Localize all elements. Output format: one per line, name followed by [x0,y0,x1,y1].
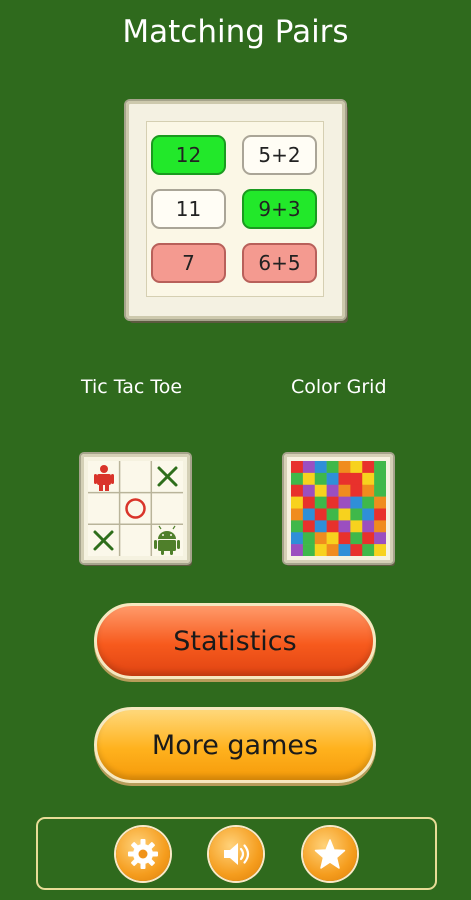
sound-button[interactable] [209,827,263,881]
rate-button[interactable] [303,827,357,881]
preview-tile: 6+5 [242,243,317,283]
tic-tac-toe-label: Tic Tac Toe [81,376,183,398]
preview-tile: 9+3 [242,189,317,229]
more-games-button[interactable]: More games [94,707,376,783]
color-grid-button[interactable] [284,454,393,563]
gear-icon [128,839,158,869]
tic-tac-toe-icon [88,461,183,556]
settings-button[interactable] [116,827,170,881]
matching-pairs-preview: 12 5+2 11 9+3 7 6+5 [146,121,324,297]
color-grid-label: Color Grid [291,376,387,398]
app-title: Matching Pairs [122,14,349,50]
color-grid-icon [291,461,386,556]
preview-tile: 12 [151,135,226,175]
preview-tile: 11 [151,189,226,229]
preview-tile: 7 [151,243,226,283]
matching-pairs-card[interactable]: 12 5+2 11 9+3 7 6+5 [126,101,345,319]
speaker-icon [224,843,250,865]
statistics-button[interactable]: Statistics [94,603,376,679]
preview-tile: 5+2 [242,135,317,175]
star-icon [314,839,346,869]
tic-tac-toe-button[interactable] [81,454,190,563]
